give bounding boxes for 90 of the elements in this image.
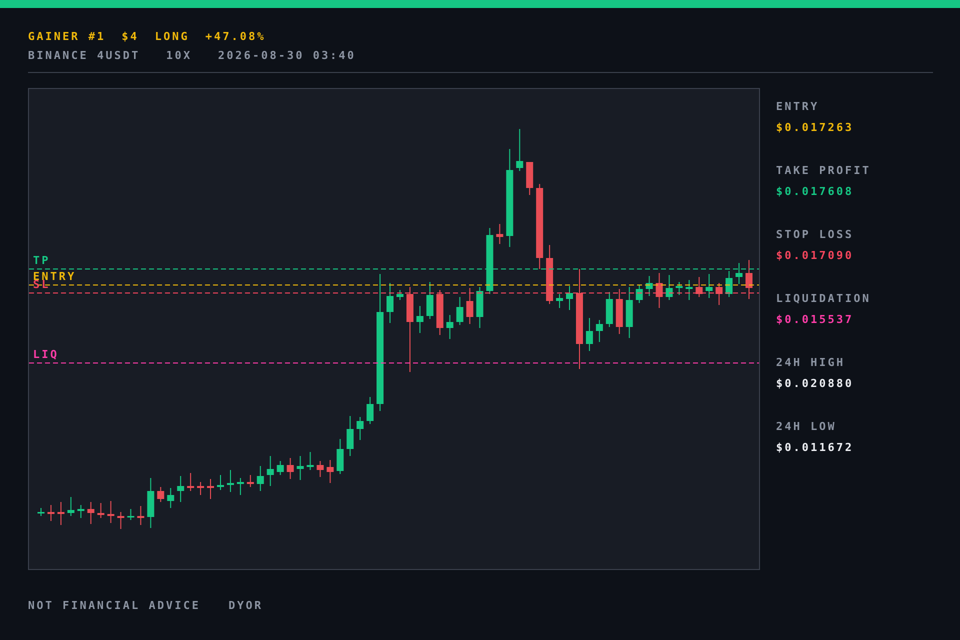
candlestick — [266, 456, 274, 486]
candlestick — [546, 244, 554, 304]
candlestick — [117, 512, 124, 530]
candlestick — [296, 456, 304, 480]
stat-value: $0.020880 — [776, 377, 855, 390]
candlestick — [187, 472, 194, 492]
candlestick — [486, 228, 494, 294]
candlestick — [426, 282, 434, 320]
candlestick — [87, 502, 94, 524]
candlestick — [716, 282, 723, 306]
candlestick — [516, 128, 524, 172]
candlestick — [177, 476, 184, 502]
candlestick — [366, 396, 374, 424]
candlestick — [446, 314, 454, 340]
candlestick — [107, 500, 114, 524]
candlestick — [38, 508, 44, 516]
candlestick — [636, 284, 643, 304]
candlestick — [256, 466, 264, 492]
candlestick — [596, 320, 603, 342]
candlestick — [127, 508, 134, 520]
candlestick — [476, 286, 484, 328]
candlestick — [286, 458, 294, 480]
stat-value: $0.017608 — [776, 185, 855, 198]
candlestick — [197, 482, 204, 496]
candlestick — [57, 502, 64, 526]
candlestick — [696, 276, 703, 298]
stat-label: 24H HIGH — [776, 356, 846, 369]
stat-label: 24H LOW — [776, 420, 838, 433]
candlestick — [676, 282, 683, 296]
candlestick — [566, 286, 573, 310]
stat-value: $0.017090 — [776, 249, 855, 262]
candlestick — [736, 262, 743, 284]
candlestick — [356, 416, 364, 440]
candlestick — [276, 460, 284, 476]
candlestick — [746, 260, 752, 300]
candlestick — [706, 274, 713, 298]
candlestick — [147, 478, 154, 528]
price-level-label: LIQ — [33, 348, 59, 361]
candlestick — [326, 460, 334, 484]
stat-value: $0.017263 — [776, 121, 855, 134]
candlestick — [416, 306, 424, 334]
candlestick — [47, 504, 54, 522]
candlestick — [157, 486, 164, 502]
candlestick — [386, 282, 394, 324]
signal-meta-text: BINANCE 4USDT — [28, 49, 140, 62]
disclaimer-text: NOT FINANCIAL ADVICE — [28, 599, 200, 612]
candlestick — [606, 292, 613, 328]
candlestick — [167, 488, 174, 508]
candlestick — [586, 318, 593, 352]
stat-value: $0.015537 — [776, 313, 855, 326]
candlestick — [226, 470, 234, 492]
candlestick — [217, 474, 224, 490]
candlestick — [466, 288, 474, 324]
candlestick — [67, 496, 74, 516]
candlestick — [316, 460, 324, 478]
candlestick — [656, 272, 663, 308]
candlestick — [137, 506, 144, 526]
candlestick — [686, 280, 693, 300]
candlestick — [207, 478, 214, 500]
candlestick — [526, 162, 534, 196]
stat-label: ENTRY — [776, 100, 820, 113]
candlestick — [396, 290, 404, 300]
stat-label: TAKE PROFIT — [776, 164, 871, 177]
stat-value: $0.011672 — [776, 441, 855, 454]
candlestick — [456, 296, 464, 326]
candlestick — [666, 274, 673, 300]
candlestick — [436, 290, 444, 336]
candlestick — [726, 270, 733, 298]
candlestick — [346, 416, 354, 456]
signal-meta-text: 10X — [166, 49, 192, 62]
candlestick — [306, 452, 314, 470]
candlestick — [77, 504, 84, 518]
signal-title-text: $4 — [122, 30, 139, 43]
signal-meta-text: 2026-08-30 03:40 — [218, 49, 356, 62]
signal-title-text: +47.08% — [205, 30, 266, 43]
signal-title-text: LONG — [154, 30, 190, 43]
candlestick — [336, 438, 344, 474]
candlestick — [556, 294, 564, 308]
candlestick — [626, 286, 633, 338]
signal-title-text: GAINER #1 — [28, 30, 106, 43]
candlestick — [236, 478, 244, 496]
stat-label: LIQUIDATION — [776, 292, 871, 305]
disclaimer-text: DYOR — [228, 599, 263, 612]
candlestick — [97, 502, 104, 518]
candlestick — [496, 224, 504, 244]
stat-label: STOP LOSS — [776, 228, 855, 241]
candlestick — [616, 288, 623, 334]
price-level-label: TP — [33, 254, 50, 267]
candlestick — [246, 474, 254, 488]
candlestick — [646, 276, 653, 296]
